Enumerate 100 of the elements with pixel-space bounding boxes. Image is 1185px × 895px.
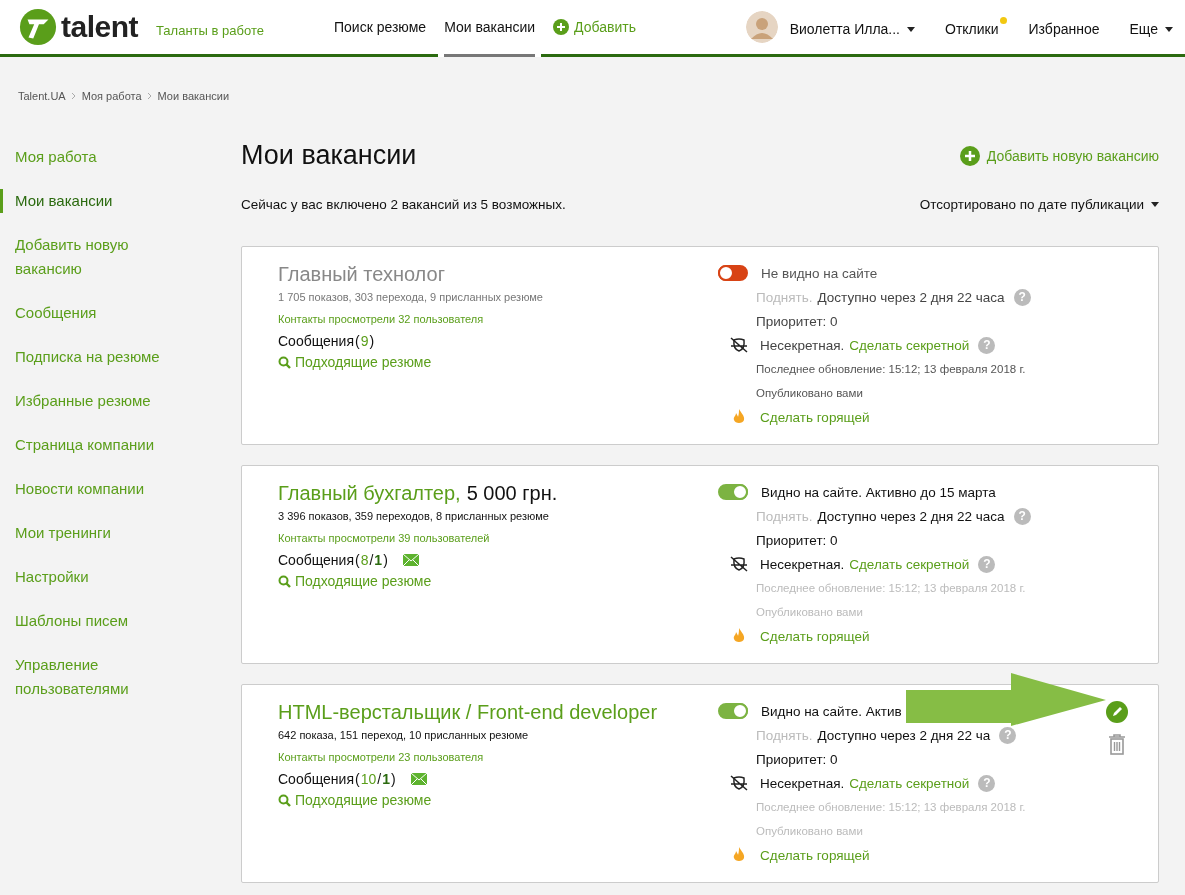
vacancy-title[interactable]: HTML-верстальщик / Front-end developer [278, 701, 658, 724]
crossed-mask-icon [730, 337, 748, 353]
help-icon[interactable]: ? [978, 774, 996, 792]
sidebar-item[interactable]: Мои вакансии [0, 189, 190, 213]
search-icon [278, 574, 291, 588]
status-text: Не видно на сайте [761, 265, 878, 281]
visibility-toggle[interactable] [718, 703, 748, 719]
new-messages-count[interactable]: 1 [374, 552, 383, 568]
envelope-icon[interactable] [402, 554, 419, 566]
raise-text: Поднять. [756, 289, 813, 305]
paren-text: ( [355, 333, 360, 349]
help-icon[interactable]: ? [978, 336, 996, 354]
breadcrumb-link[interactable]: Talent.UA [18, 90, 66, 102]
messages-count[interactable]: 10 [360, 771, 377, 787]
edit-icon[interactable] [1106, 701, 1128, 723]
make-hot-link[interactable]: Сделать горящей [760, 628, 870, 644]
sidebar-item[interactable]: Настройки [0, 565, 190, 589]
breadcrumb-link[interactable]: Мои вакансии [157, 90, 230, 102]
trash-icon[interactable] [1108, 733, 1126, 755]
matching-resumes-link[interactable]: Подходящие резюме [278, 792, 718, 808]
header-link[interactable]: Избранное [1028, 17, 1108, 37]
sidebar-item[interactable]: Мои тренинги [0, 521, 190, 545]
contacts-link[interactable]: Контакты просмотрели 23 пользователя [278, 751, 718, 763]
make-secret-link[interactable]: Сделать секретной [849, 556, 970, 572]
help-icon[interactable]: ? [1013, 507, 1031, 525]
add-vacancy-link[interactable]: Добавить новую вакансию [959, 145, 1159, 166]
make-secret-link[interactable]: Сделать секретной [849, 337, 970, 353]
updated-text: Последнее обновление: 15:12; 13 февраля 2018 г. [756, 363, 1026, 375]
header-link[interactable]: Отклики [945, 17, 1007, 37]
chevron-icon [146, 92, 153, 100]
make-hot-link[interactable]: Сделать горящей [760, 409, 870, 425]
raise-text: Поднять. [756, 508, 813, 524]
updated-text: Последнее обновление: 15:12; 13 февраля 2018 г. [756, 801, 1026, 813]
sort-dropdown[interactable]: Отсортировано по дате публикации [919, 197, 1159, 212]
published-text: Опубликовано вами [756, 606, 863, 618]
help-icon[interactable]: ? [978, 555, 996, 573]
matching-resumes-link[interactable]: Подходящие резюме [278, 354, 718, 370]
tagline: Таланты в работе [156, 22, 264, 38]
secrecy-text: Несекретная. [760, 556, 845, 572]
vacancy-title[interactable]: Главный бухгалтер, [278, 482, 461, 505]
caret-icon [907, 26, 915, 32]
make-secret-link[interactable]: Сделать секретной [849, 775, 970, 791]
caret-icon [1165, 26, 1173, 32]
priority-text: Приоритет: 0 [756, 532, 838, 548]
updated-text: Последнее обновление: 15:12; 13 февраля 2018 г. [756, 582, 1026, 594]
sidebar-item[interactable]: Управление пользователями [0, 653, 190, 701]
sidebar-item[interactable]: Моя работа [0, 145, 190, 169]
raise-text: Поднять. [756, 727, 813, 743]
slash-text: / [377, 771, 382, 787]
vacancy-title[interactable]: Главный технолог [278, 263, 445, 286]
logo-text[interactable]: talent [61, 10, 138, 44]
messages-label: Сообщения [278, 333, 354, 349]
matching-resumes-link[interactable]: Подходящие резюме [278, 573, 718, 589]
page-title: Мои вакансии [241, 140, 417, 171]
status-text: Видно на сайте. Актив [761, 703, 902, 719]
sidebar-item[interactable]: Сообщения [0, 301, 190, 325]
salary-text: 5 000 грн. [466, 482, 558, 505]
sidebar-item[interactable]: Новости компании [0, 477, 190, 501]
availability-text: Доступно через 2 дня 22 ча [817, 727, 991, 743]
contacts-link[interactable]: Контакты просмотрели 39 пользователей [278, 532, 718, 544]
make-hot-link[interactable]: Сделать горящей [760, 847, 870, 863]
priority-text: Приоритет: 0 [756, 313, 838, 329]
envelope-icon[interactable] [410, 773, 427, 785]
paren-text: ) [369, 333, 375, 349]
messages-count[interactable]: 8 [360, 552, 369, 568]
header-link[interactable]: Еще [1129, 17, 1173, 37]
sidebar-item[interactable]: Шаблоны писем [0, 609, 190, 633]
stats-text: 1 705 показов, 303 перехода, 9 присланных резюме [278, 291, 544, 303]
avatar-icon[interactable] [745, 11, 778, 43]
sidebar-item[interactable]: Избранные резюме [0, 389, 190, 413]
priority-text: Приоритет: 0 [756, 751, 838, 767]
availability-text: Доступно через 2 дня 22 часа [817, 508, 1005, 524]
summary-text: Сейчас у вас включено 2 вакансий из 5 возможных. [241, 197, 566, 212]
published-text: Опубликовано вами [756, 825, 863, 837]
stats-text: 642 показа, 151 переход, 10 присланных резюме [278, 729, 530, 741]
breadcrumb-link[interactable]: Моя работа [81, 90, 142, 102]
crossed-mask-icon [730, 775, 748, 791]
sidebar-item[interactable]: Добавить новую вакансию [0, 233, 190, 281]
help-icon[interactable]: ? [1013, 288, 1031, 306]
paren-text: ) [390, 771, 396, 787]
secrecy-text: Несекретная. [760, 337, 845, 353]
visibility-toggle[interactable] [718, 265, 748, 281]
sidebar-item[interactable]: Подписка на резюме [0, 345, 190, 369]
logo-icon[interactable] [19, 8, 57, 46]
new-messages-count[interactable]: 1 [382, 771, 390, 787]
plus-icon [553, 19, 570, 35]
contacts-link[interactable]: Контакты просмотрели 32 пользователя [278, 313, 718, 325]
secrecy-text: Несекретная. [760, 775, 845, 791]
messages-count[interactable]: 9 [360, 333, 369, 349]
user-menu[interactable]: Виолетта Илла... [789, 17, 923, 37]
help-icon[interactable]: ? [999, 726, 1017, 744]
status-text: Видно на сайте. Активно до 15 марта [761, 484, 996, 500]
published-text: Опубликовано вами [756, 387, 863, 399]
slash-text: / [369, 552, 374, 568]
stats-text: 3 396 показов, 359 переходов, 8 присланных резюме [278, 510, 550, 522]
availability-text: Доступно через 2 дня 22 часа [817, 289, 1005, 305]
sidebar-item[interactable]: Страница компании [0, 433, 190, 457]
search-icon [278, 355, 291, 369]
visibility-toggle[interactable] [718, 484, 748, 500]
messages-label: Сообщения [278, 771, 354, 787]
